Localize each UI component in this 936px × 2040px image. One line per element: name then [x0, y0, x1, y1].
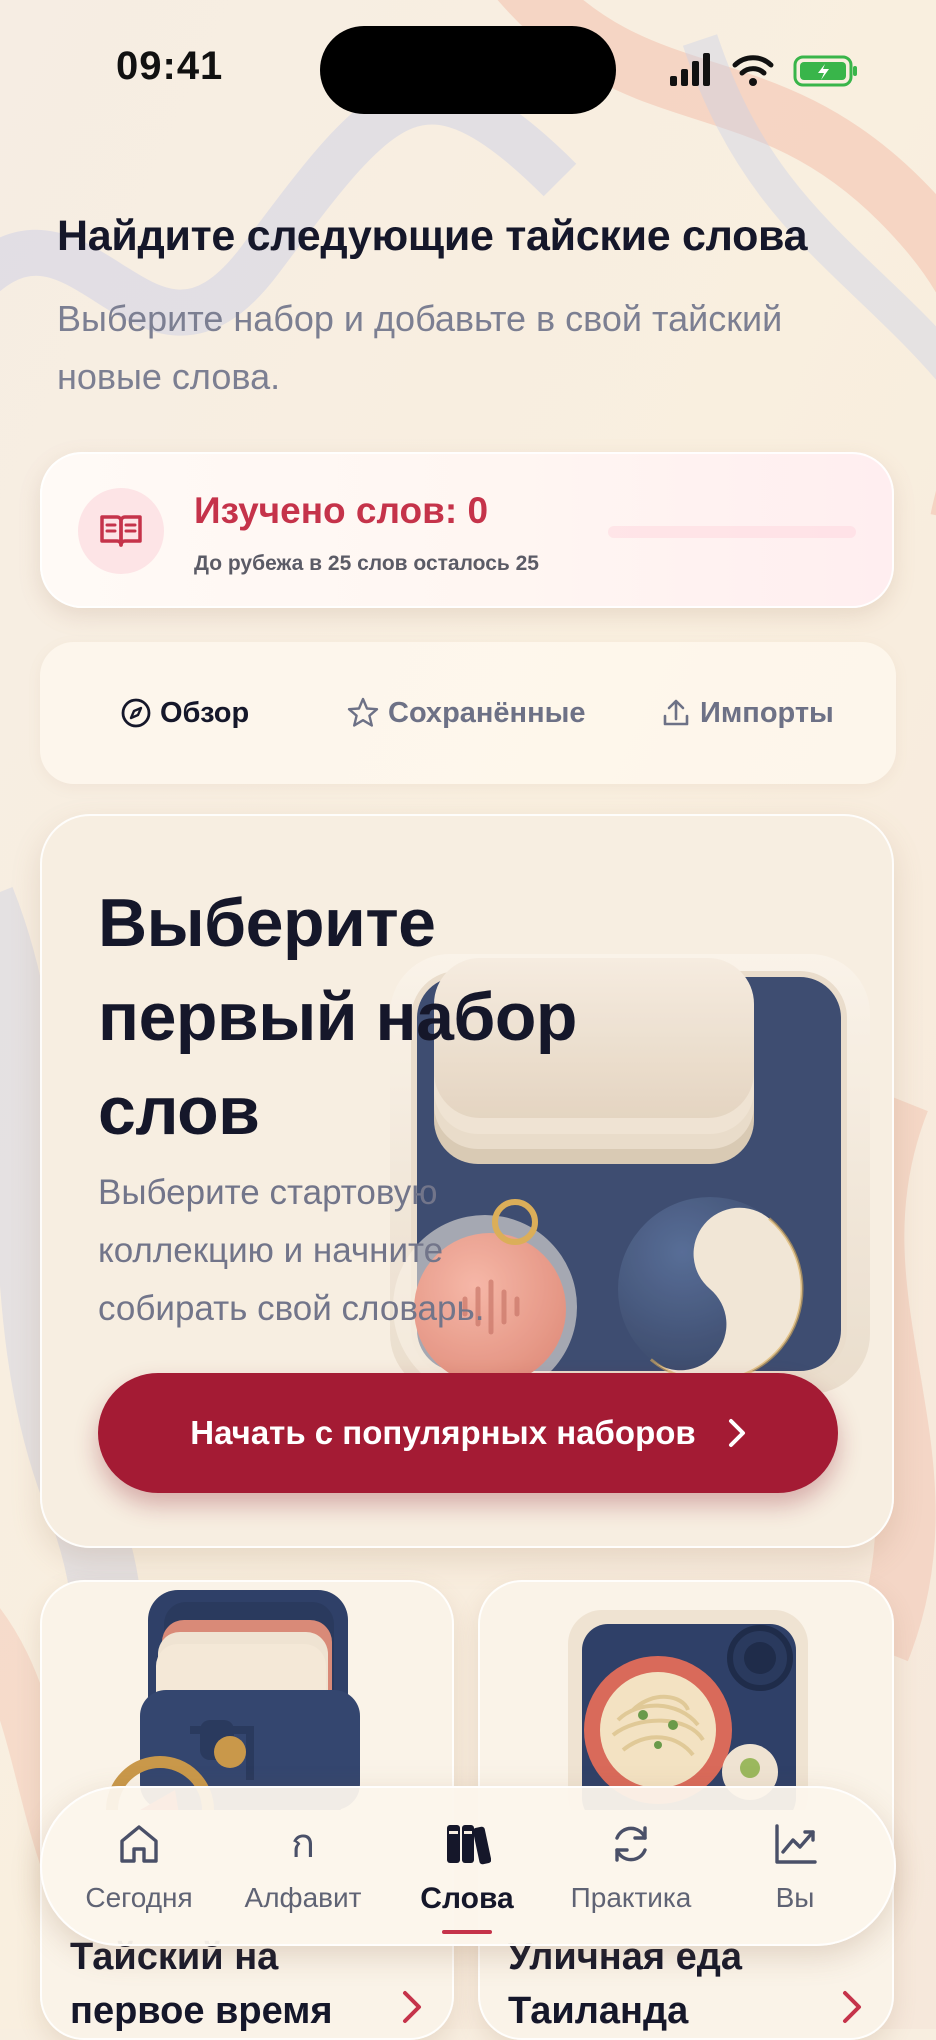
start-popular-sets-label: Начать с популярных наборов — [190, 1414, 696, 1451]
star-icon — [347, 697, 379, 727]
chevron-right-icon — [403, 1991, 421, 2023]
nav-label: Сегодня — [85, 1882, 193, 1913]
tab-browse[interactable]: Обзор — [120, 642, 249, 784]
progress-card[interactable]: Изучено слов: 0 До рубежа в 25 слов оста… — [40, 452, 894, 608]
noodle-bowl-illustration — [568, 1610, 808, 1810]
tab-imports[interactable]: Импорты — [660, 642, 834, 784]
hero-title: Выберите первый набор слов — [98, 885, 577, 1149]
collection-title: Уличная еда Таиланда — [508, 1936, 743, 2032]
chart-icon — [710, 1816, 880, 1872]
status-icons — [670, 53, 857, 87]
collection-title: Тайский на первое время — [70, 1936, 333, 2032]
hero-description: Выберите стартовую коллекцию и начните с… — [98, 1173, 485, 1328]
nav-label: Практика — [570, 1882, 692, 1913]
nav-label: Алфавит — [244, 1882, 362, 1913]
nav-item-you[interactable]: Вы — [710, 1786, 880, 1946]
active-indicator — [442, 1930, 492, 1934]
tab-saved[interactable]: Сохранённые — [346, 642, 588, 784]
page-subtitle: Выберите набор и добавьте в свой тайский… — [57, 298, 783, 397]
signal-icon — [670, 53, 710, 86]
tab-imports-label: Импорты — [700, 696, 834, 729]
words-learned-title: Изучено слов: 0 — [194, 490, 489, 531]
thai-letter-icon: ก — [290, 1821, 316, 1867]
dynamic-island — [320, 26, 616, 114]
tab-browse-label: Обзор — [160, 696, 250, 729]
upload-icon — [663, 699, 689, 726]
words-tabs: Обзор Сохранённые Импорты — [40, 642, 896, 784]
nav-label: Вы — [775, 1882, 815, 1913]
nav-item-practice[interactable]: Практика — [546, 1786, 716, 1946]
nav-item-alphabet[interactable]: ก Алфавит — [218, 1786, 388, 1946]
milestone-remaining: До рубежа в 25 слов осталось 25 — [194, 552, 539, 575]
chevron-right-icon — [843, 1991, 861, 2023]
flashcards-illustration — [106, 1590, 360, 1810]
wifi-icon — [732, 55, 774, 86]
bottom-nav: Сегодня ก Алфавит Слова Практика Вы — [40, 1786, 896, 1946]
first-collection-card: Выберите первый набор слов Выберите стар… — [40, 814, 894, 1548]
home-icon — [54, 1816, 224, 1872]
book-icon — [78, 488, 164, 574]
refresh-icon — [546, 1816, 716, 1872]
chevron-right-icon — [728, 1419, 745, 1447]
status-time: 09:41 — [116, 44, 224, 88]
battery-icon — [793, 55, 857, 87]
page-title: Найдите следующие тайские слова — [57, 212, 808, 260]
nav-item-today[interactable]: Сегодня — [54, 1786, 224, 1946]
progress-bar — [608, 526, 856, 538]
start-popular-sets-button[interactable]: Начать с популярных наборов — [98, 1373, 838, 1493]
nav-item-words[interactable]: Слова — [382, 1786, 552, 1946]
nav-label: Слова — [420, 1882, 514, 1915]
tab-saved-label: Сохранённые — [388, 697, 586, 729]
books-icon — [382, 1816, 552, 1872]
compass-icon — [121, 698, 151, 728]
